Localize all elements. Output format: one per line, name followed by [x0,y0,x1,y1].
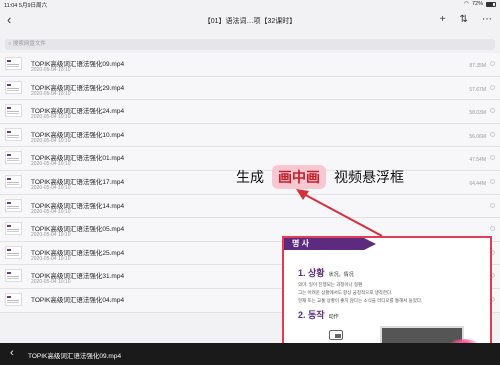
nav-actions: + ⇅ ⋯ [440,14,492,25]
file-date: 2020-05-04 10:10 [31,232,71,239]
file-row[interactable]: TOPIK高级词汇语法强化09.mp4 2020-05-04 10:10 87.… [0,53,500,77]
file-date: 2020-05-04 10:10 [31,90,71,97]
pip-section2-title: 2. 동작 动作 [298,310,339,320]
file-date: 2020-05-04 10:10 [31,137,71,144]
file-row[interactable]: TOPIK高级词汇语法强化24.mp4 2020-05-04 10:10 58.… [0,100,500,124]
file-size: 47.54M [469,157,486,164]
select-checkbox[interactable] [490,108,495,114]
video-thumbnail [5,127,22,141]
video-thumbnail [5,174,22,188]
pip-section1-title: 1. 상황 状况，情况 [298,268,354,278]
back-icon[interactable]: ‹ [10,347,14,359]
video-thumbnail [5,245,22,259]
file-date: 2020-05-04 10:10 [31,161,71,168]
file-size: 87.35M [469,63,486,69]
select-checkbox[interactable] [490,131,495,137]
file-date: 2020-05-04 10:10 [31,114,71,121]
now-playing-title: TOPIK高级词汇语法强化09.mp4 [28,353,122,360]
pip-line-1: 의미: 일이 진행되는 과정이나 형편 [298,282,363,287]
annotation-prefix: 生成 [236,170,264,186]
select-checkbox[interactable] [490,202,495,208]
file-date: 2020-05-04 10:10 [31,184,71,191]
select-checkbox[interactable] [490,226,495,232]
file-size: 57.67M [469,86,486,93]
video-thumbnail [5,198,22,212]
file-date: 2020-05-04 10:10 [31,67,71,73]
pip-restore-icon[interactable] [329,330,343,340]
file-date: 2020-05-04 10:10 [31,279,71,286]
annotation-suffix: 视频悬浮框 [334,170,404,186]
video-thumbnail [5,57,22,70]
pip-line-3: 현재 또는 교통 상황이 좋지 않다는 소식을 라디오를 통해서 들었다. [298,298,423,303]
file-row[interactable]: TOPIK高级词汇语法强化14.mp4 2020-05-04 10:10 [0,194,500,219]
select-checkbox[interactable] [490,61,495,66]
file-row[interactable]: TOPIK高级词汇语法强化29.mp4 2020-05-04 10:10 57.… [0,76,500,101]
status-time: 11:04 5月9日周六 [4,3,48,9]
video-thumbnail [5,269,22,283]
annotation-highlight: 画中画 [272,165,326,189]
file-size: 56.06M [469,133,486,140]
page-title: 【01】语法词…项【32课时】 [203,18,297,25]
select-checkbox[interactable] [490,155,495,161]
search-icon: ○ [8,41,12,47]
video-thumbnail [5,80,22,94]
video-thumbnail [5,292,22,306]
search-input[interactable]: ○ 搜索网盘文件 [5,39,495,50]
sort-icon[interactable]: ⇅ [460,14,468,25]
video-thumbnail [5,104,22,118]
video-thumbnail [5,222,22,236]
status-right: ◠ 72% [464,1,496,7]
search-placeholder: 搜索网盘文件 [12,41,46,47]
wifi-icon: ◠ [464,1,469,7]
add-icon[interactable]: + [440,14,446,25]
nav-bar: ‹ 【01】语法词…项【32课时】 + ⇅ ⋯ [0,10,500,32]
file-name: TOPIK高级词汇语法强化04.mp4 [31,296,125,304]
back-icon[interactable]: ‹ [7,13,11,27]
pip-header: 명 사 [284,238,376,250]
select-checkbox[interactable] [490,84,495,90]
battery-percent: 72% [471,1,483,7]
file-date: 2020-05-04 10:10 [31,255,71,262]
more-icon[interactable]: ⋯ [482,14,492,25]
pip-line-2: 그는 어려운 상황에서도 항상 긍정적으로 생각한다. [298,290,393,295]
select-checkbox[interactable] [490,178,495,184]
file-size: 58.03M [469,110,486,117]
battery-icon [486,1,496,7]
file-size: 64.44M [469,180,486,187]
video-thumbnail [5,151,22,165]
status-bar: 11:04 5月9日周六 ◠ 72% [0,0,500,9]
annotation-text: 生成 画中画 视频悬浮框 [236,165,404,189]
file-date: 2020-05-04 10:10 [31,208,71,215]
file-row[interactable]: TOPIK高级词汇语法强化10.mp4 2020-05-04 10:10 56.… [0,123,500,148]
bottom-player-bar: ‹ TOPIK高级词汇语法强化09.mp4 [0,343,500,365]
